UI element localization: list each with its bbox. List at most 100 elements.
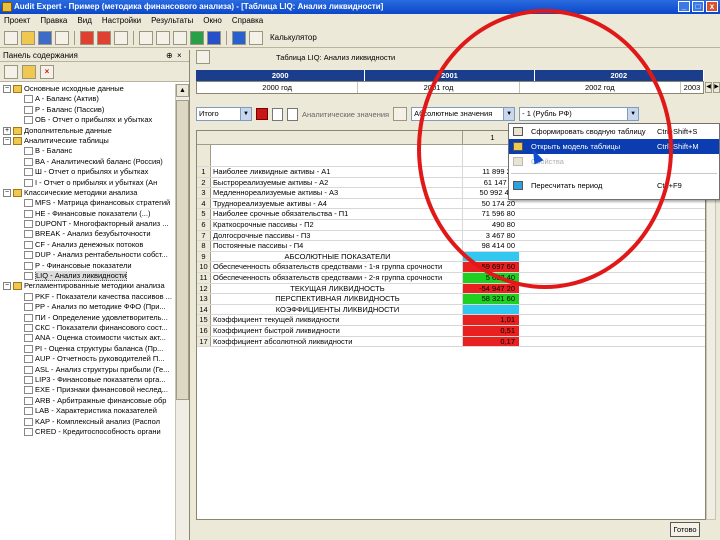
chart-icon[interactable]	[97, 30, 111, 45]
row-value[interactable]: 3 467 80	[463, 231, 519, 241]
print-preview-icon[interactable]	[55, 30, 69, 45]
year-2001[interactable]: 2001	[365, 70, 535, 81]
tree-item[interactable]: MFS - Матрица финансовых стратегий	[0, 198, 175, 208]
row-value[interactable]: 98 414 00	[463, 241, 519, 251]
scroll-thumb[interactable]	[176, 100, 189, 400]
save-icon[interactable]	[38, 30, 52, 45]
tree-item[interactable]: CF - Анализ денежных потоков	[0, 240, 175, 250]
menu-results[interactable]: Результаты	[151, 14, 193, 27]
table-row[interactable]: 17 Коэффициент абсолютной ликвидности 0,17	[197, 336, 705, 348]
tree-item[interactable]: P - Баланс (Пассив)	[0, 105, 175, 115]
report-icon[interactable]	[114, 30, 128, 45]
collapse-icon[interactable]: −	[3, 136, 11, 145]
calculator-label[interactable]: Калькулятор	[270, 33, 317, 42]
tree-item[interactable]: PI - Оценка структуры баланса (Пр...	[0, 344, 175, 354]
tree-group[interactable]: − Аналитические таблицы	[0, 136, 175, 146]
tree-item[interactable]: ПИ - Определение удовлетворитель...	[0, 313, 175, 323]
tree-item[interactable]: CRED - Кредитоспособность органи	[0, 427, 175, 437]
minimize-button[interactable]: _	[678, 1, 690, 12]
row-value[interactable]	[463, 304, 519, 315]
year-2002[interactable]: 2002	[535, 70, 704, 81]
tree-item[interactable]: ANA - Оценка стоимости чистых акт...	[0, 333, 175, 343]
tree-item[interactable]: DUP - Анализ рентабельности собст...	[0, 250, 175, 260]
year-next-icon[interactable]: ▶	[713, 82, 720, 93]
tree-group[interactable]: − Основные исходные данные	[0, 84, 175, 94]
document-icon[interactable]	[272, 107, 283, 121]
collapse-icon[interactable]: −	[3, 188, 11, 197]
pencil-icon[interactable]	[196, 50, 210, 64]
pin-icon[interactable]: ⊕	[166, 51, 175, 60]
tree-item[interactable]: I - Отчет о прибылях и убытках (Ан	[0, 178, 175, 188]
tree-item[interactable]: A - Баланс (Актив)	[0, 94, 175, 104]
tree-item[interactable]: B - Баланс	[0, 146, 175, 156]
close-icon[interactable]: ×	[177, 51, 186, 60]
year-prev-icon[interactable]: ◀	[705, 82, 712, 93]
word-icon[interactable]	[207, 30, 221, 45]
table-row[interactable]: 4 Труднореализуемые активы - А4 50 174 20	[197, 198, 705, 210]
row-value[interactable]: -54 947 20	[463, 283, 519, 294]
delete-icon[interactable]: ×	[40, 64, 54, 79]
tree-group[interactable]: − Классические методики анализа	[0, 188, 175, 198]
row-value[interactable]: 5 657 40	[463, 272, 519, 283]
filter-icon[interactable]	[393, 107, 408, 121]
tree-item[interactable]: LIQ - Анализ ликвидности	[0, 271, 175, 282]
row-value[interactable]: 50 174 20	[463, 199, 519, 209]
tree-item[interactable]: DUPONT - Многофакторный анализ ...	[0, 219, 175, 229]
excel-icon[interactable]	[190, 30, 204, 45]
table-row[interactable]: 16 Коэффициент быстрой ликвидности 0,51	[197, 325, 705, 337]
table-row[interactable]: 11 Обеспеченность обязательств средствами…	[197, 272, 705, 284]
tree-item[interactable]: СКС - Показатели финансового сост...	[0, 323, 175, 333]
tree-item[interactable]: BA - Аналитический баланс (Россия)	[0, 157, 175, 167]
row-value[interactable]	[463, 251, 519, 262]
tree-group[interactable]: + Дополнительные данные	[0, 126, 175, 136]
year-sub-2002[interactable]: 2002 год	[520, 82, 681, 93]
year-2000[interactable]: 2000	[196, 70, 366, 81]
year-sub-2001[interactable]: 2001 год	[358, 82, 520, 93]
tree-item[interactable]: ARB - Арбитражные финансовые обр	[0, 396, 175, 406]
menu-window[interactable]: Окно	[203, 14, 222, 27]
tab-current[interactable]: Таблица LIQ: Анализ ликвидности	[276, 53, 395, 62]
tree-item[interactable]: Ш - Отчет о прибылях и убытках	[0, 167, 175, 177]
tree-item[interactable]: НЕ - Финансовые показатели (...)	[0, 209, 175, 219]
table-row[interactable]: 14 КОЭФФИЦИЕНТЫ ЛИКВИДНОСТИ	[197, 304, 705, 316]
row-value[interactable]: -59 697 60	[463, 262, 519, 272]
row-value[interactable]: 58 321 60	[463, 294, 519, 304]
ready-button[interactable]: Готово	[670, 522, 700, 537]
tree-item[interactable]: P - Финансовые показатели	[0, 261, 175, 271]
table-row[interactable]: 12 ТЕКУЩАЯ ЛИКВИДНОСТЬ -54 947 20	[197, 283, 705, 295]
tree-item[interactable]: ASL - Анализ структуры прибыли (Ге...	[0, 365, 175, 375]
table-row[interactable]: 13 ПЕРСПЕКТИВНАЯ ЛИКВИДНОСТЬ 58 321 60	[197, 294, 705, 305]
table-icon[interactable]	[80, 30, 94, 45]
year-sub-2000[interactable]: 2000 год	[197, 82, 359, 93]
tree-item[interactable]: ОБ - Отчет о прибылях и убытках	[0, 115, 175, 125]
tree-item[interactable]: LIP3 - Финансовые показатели орга...	[0, 375, 175, 385]
help-icon[interactable]	[232, 30, 246, 45]
folder-icon[interactable]	[22, 64, 36, 79]
maximize-button[interactable]: □	[692, 1, 704, 12]
scroll-up-icon[interactable]: ▲	[176, 84, 189, 97]
table-row[interactable]: 7 Долгосрочные пассивы - П3 3 467 80	[197, 230, 705, 242]
tree-item[interactable]: PP - Анализ по методике ФФО (При...	[0, 302, 175, 312]
printer-icon[interactable]	[156, 30, 170, 45]
export-icon[interactable]	[173, 30, 187, 45]
collapse-icon[interactable]: −	[3, 85, 11, 94]
ctx-recalculate[interactable]: Пересчитать период Ctrl+F9	[509, 178, 719, 193]
menu-project[interactable]: Проект	[4, 14, 30, 27]
menu-settings[interactable]: Настройки	[102, 14, 141, 27]
tree-item[interactable]: AUP - Отчетность руководителей П...	[0, 354, 175, 364]
tree-item[interactable]: PKF - Показатели качества пассивов ...	[0, 292, 175, 302]
view-label[interactable]: Аналитические значения	[302, 110, 389, 119]
mode-select[interactable]: Абсолютные значения ▼	[411, 107, 516, 121]
expand-icon[interactable]: +	[3, 126, 11, 135]
tree-item[interactable]: BREAK - Анализ безубыточности	[0, 229, 175, 239]
period-select[interactable]: Итого ▼	[196, 107, 252, 121]
table-row[interactable]: 6 Краткосрочные пассивы - П2 490 80	[197, 219, 705, 231]
ctx-open-model[interactable]: Открыть модель таблицы Ctrl+Shift+M	[509, 139, 719, 154]
tree-item[interactable]: KAP - Комплексный анализ (Распол	[0, 417, 175, 427]
row-value[interactable]: 1,01	[463, 315, 519, 325]
view-icon[interactable]	[4, 64, 18, 79]
row-value[interactable]: 490 80	[463, 220, 519, 230]
tree-group[interactable]: − Регламентированные методики анализа	[0, 281, 175, 291]
table-row[interactable]: 10 Обеспеченность обязательств средствами…	[197, 262, 705, 273]
open-folder-icon[interactable]	[21, 30, 35, 45]
